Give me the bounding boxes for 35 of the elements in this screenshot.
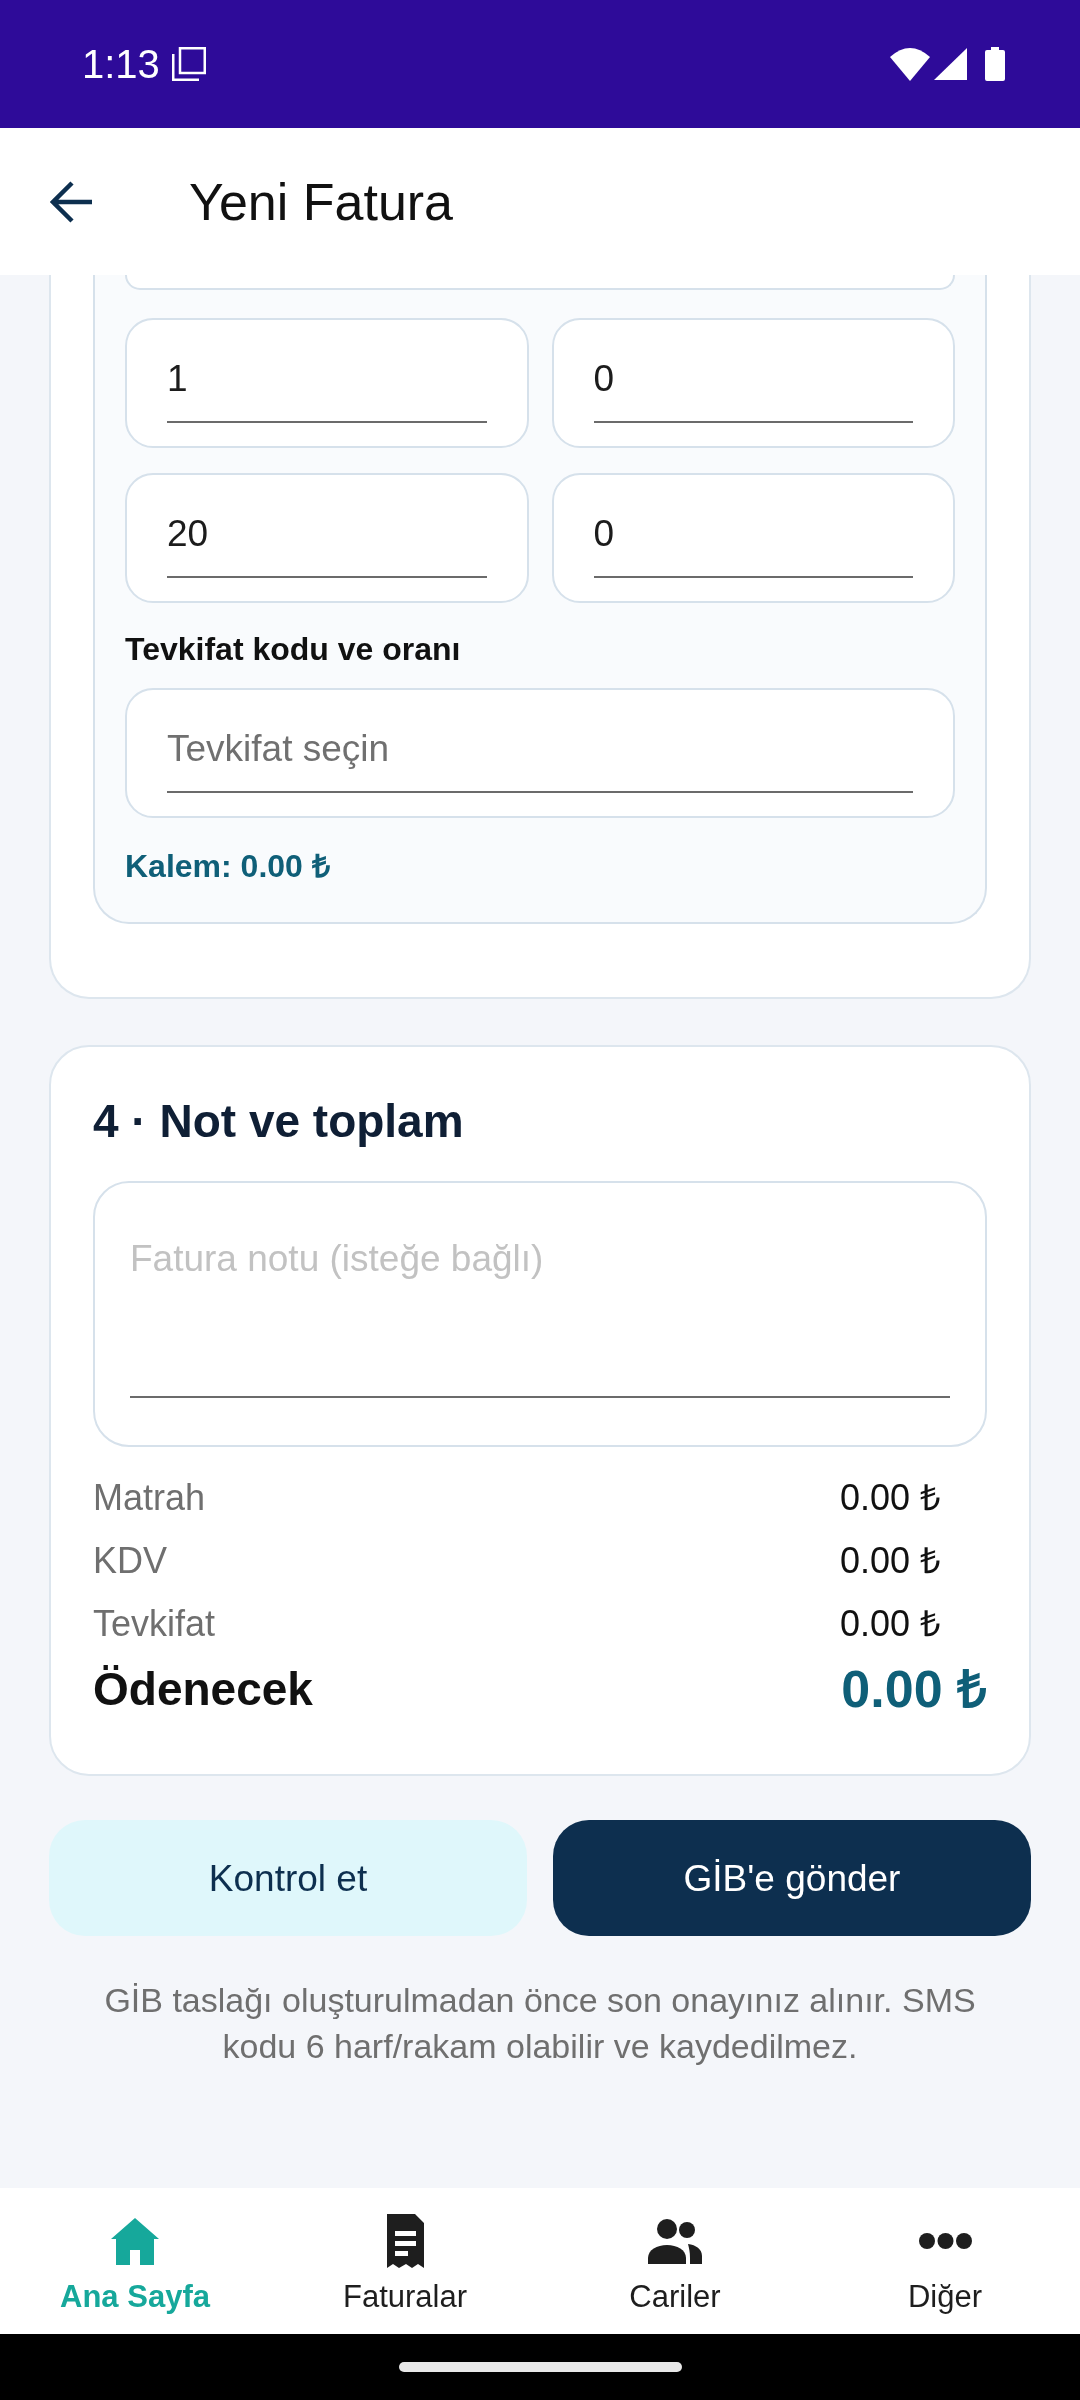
input-field[interactable]: 20 xyxy=(125,473,529,603)
line-total: Kalem: 0.00 ₺ xyxy=(125,847,331,886)
input-field[interactable]: 1 xyxy=(125,318,529,448)
summary-value: 0.00 ₺ xyxy=(839,1602,941,1646)
nav-item[interactable]: Cariler xyxy=(540,2188,810,2334)
wifi-icon xyxy=(890,47,930,81)
section-title: 4 · Not ve toplam xyxy=(93,1094,465,1149)
stacked-squares-icon xyxy=(171,47,206,81)
signal-icon xyxy=(934,48,967,80)
summary-label: KDV xyxy=(93,1539,168,1583)
total-value: 0.00 ₺ xyxy=(841,1659,987,1720)
summary-label: Matrah xyxy=(93,1476,206,1520)
battery-icon xyxy=(985,47,1005,81)
summary-value: 0.00 ₺ xyxy=(839,1539,941,1583)
back-arrow-icon xyxy=(50,180,92,223)
people-icon xyxy=(648,2218,702,2264)
input-field[interactable] xyxy=(125,275,955,290)
page-title: Yeni Fatura xyxy=(189,175,454,228)
nav-item[interactable]: Faturalar xyxy=(270,2188,540,2334)
more-icon xyxy=(918,2233,972,2249)
input-field[interactable]: Tevkifat seçin xyxy=(125,688,955,818)
summary-label: Tevkifat xyxy=(93,1602,216,1646)
total-label: Ödenecek xyxy=(93,1662,313,1717)
summary-value: 0.00 ₺ xyxy=(839,1476,941,1520)
field-label: Tevkifat kodu ve oranı xyxy=(125,630,462,669)
status-time: 1:13 xyxy=(82,44,160,84)
receipt-icon xyxy=(386,2214,424,2268)
note-field[interactable]: Fatura notu (isteğe bağlı) xyxy=(93,1181,987,1447)
input-field[interactable]: 0 xyxy=(551,473,955,603)
input-field[interactable]: 0 xyxy=(551,318,955,448)
check-button[interactable]: Kontrol et xyxy=(49,1820,527,1936)
send-button[interactable]: GİB'e gönder xyxy=(553,1820,1031,1936)
footnote: GİB taslağı oluşturulmadan önce son onayınız alınır. SMS kodu 6 harf/rakam olabilir ve kaydedilmez. xyxy=(103,1980,977,2067)
nav-item[interactable]: Diğer xyxy=(810,2188,1080,2334)
home-icon xyxy=(111,2217,159,2265)
